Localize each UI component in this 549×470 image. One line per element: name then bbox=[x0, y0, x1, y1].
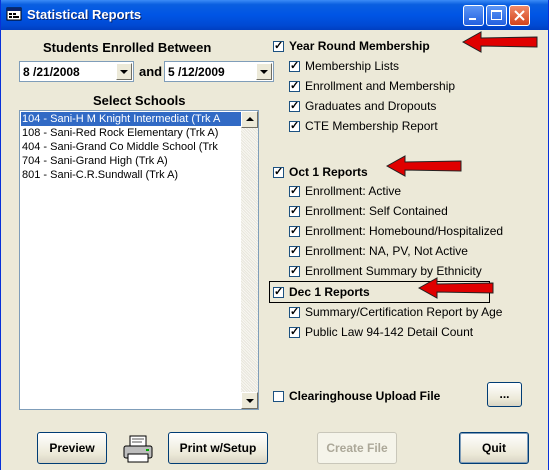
schools-listbox[interactable]: 104 - Sani-H M Knight Intermediat (Trk A… bbox=[19, 110, 259, 410]
app-icon bbox=[6, 7, 22, 21]
enrollment-homebound-label: Enrollment: Homebound/Hospitalized bbox=[305, 224, 504, 238]
cte-membership-checkbox[interactable] bbox=[289, 119, 300, 132]
list-item[interactable]: 104 - Sani-H M Knight Intermediat (Trk A bbox=[21, 112, 241, 126]
enrollment-ethnicity-checkbox[interactable] bbox=[289, 264, 300, 277]
printer-icon[interactable] bbox=[122, 434, 154, 464]
browse-button[interactable]: ... bbox=[487, 382, 522, 407]
scroll-up-icon[interactable] bbox=[241, 111, 258, 128]
list-item[interactable]: 108 - Sani-Red Rock Elementary (Trk A) bbox=[21, 126, 218, 140]
enrollment-na-pv-checkbox[interactable] bbox=[289, 244, 300, 257]
clearinghouse-checkbox[interactable] bbox=[273, 391, 284, 402]
red-arrow-icon bbox=[417, 277, 494, 299]
dec1-reports-label: Dec 1 Reports bbox=[289, 285, 370, 299]
preview-button[interactable]: Preview bbox=[37, 432, 107, 464]
membership-lists-checkbox[interactable] bbox=[289, 59, 300, 72]
enrollment-na-pv-label: Enrollment: NA, PV, Not Active bbox=[305, 244, 468, 258]
graduates-dropouts-label: Graduates and Dropouts bbox=[305, 99, 437, 113]
summary-certification-label: Summary/Certification Report by Age bbox=[305, 305, 503, 319]
clearinghouse-label: Clearinghouse Upload File bbox=[289, 389, 441, 403]
enrollment-homebound-checkbox[interactable] bbox=[289, 224, 300, 237]
enrollment-active-label: Enrollment: Active bbox=[305, 184, 402, 198]
enrollment-self-contained-checkbox[interactable] bbox=[289, 204, 300, 217]
close-button[interactable] bbox=[509, 5, 530, 26]
enrollment-active-checkbox[interactable] bbox=[289, 184, 300, 197]
and-label: and bbox=[139, 64, 163, 79]
maximize-button[interactable] bbox=[486, 5, 507, 26]
oct1-reports-label: Oct 1 Reports bbox=[289, 165, 368, 179]
select-schools-heading: Select Schools bbox=[93, 93, 186, 108]
maximize-icon bbox=[491, 10, 502, 20]
enrollment-ethnicity-label: Enrollment Summary by Ethnicity bbox=[305, 264, 482, 278]
vertical-scrollbar[interactable] bbox=[241, 111, 258, 409]
students-enrolled-heading: Students Enrolled Between bbox=[43, 40, 212, 55]
public-law-checkbox[interactable] bbox=[289, 325, 300, 338]
enrollment-self-contained-label: Enrollment: Self Contained bbox=[305, 204, 448, 218]
statistical-reports-window: Statistical Reports Students Enrolled Be… bbox=[0, 0, 549, 470]
public-law-label: Public Law 94-142 Detail Count bbox=[305, 325, 474, 339]
to-date-select[interactable]: 5 /12/2009 bbox=[164, 61, 274, 82]
quit-button[interactable]: Quit bbox=[459, 432, 529, 464]
summary-certification-checkbox[interactable] bbox=[289, 305, 300, 318]
year-round-membership-label: Year Round Membership bbox=[289, 39, 430, 53]
from-date-value: 8 /21/2008 bbox=[23, 65, 80, 79]
from-date-select[interactable]: 8 /21/2008 bbox=[19, 61, 134, 82]
create-file-button[interactable]: Create File bbox=[317, 432, 397, 464]
minimize-button[interactable] bbox=[463, 5, 484, 26]
chevron-down-icon[interactable] bbox=[116, 63, 132, 80]
year-round-membership-checkbox[interactable] bbox=[273, 39, 284, 52]
window-title: Statistical Reports bbox=[27, 7, 142, 22]
red-arrow-icon bbox=[461, 31, 538, 53]
red-arrow-icon bbox=[385, 155, 462, 177]
dec1-reports-checkbox[interactable] bbox=[273, 285, 284, 298]
enrollment-membership-checkbox[interactable] bbox=[289, 79, 300, 92]
chevron-down-icon[interactable] bbox=[256, 63, 272, 80]
oct1-reports-checkbox[interactable] bbox=[273, 165, 284, 178]
enrollment-membership-label: Enrollment and Membership bbox=[305, 79, 456, 93]
list-item[interactable]: 801 - Sani-C.R.Sundwall (Trk A) bbox=[21, 168, 178, 182]
close-icon bbox=[514, 10, 525, 21]
minimize-icon bbox=[469, 18, 476, 20]
cte-membership-label: CTE Membership Report bbox=[305, 119, 438, 133]
print-setup-button[interactable]: Print w/Setup bbox=[168, 432, 268, 464]
list-item[interactable]: 404 - Sani-Grand Co Middle School (Trk bbox=[21, 140, 218, 154]
membership-lists-label: Membership Lists bbox=[305, 59, 400, 73]
to-date-value: 5 /12/2009 bbox=[168, 65, 225, 79]
list-item[interactable]: 704 - Sani-Grand High (Trk A) bbox=[21, 154, 168, 168]
title-bar[interactable]: Statistical Reports bbox=[1, 0, 548, 30]
scroll-track[interactable] bbox=[241, 128, 258, 392]
graduates-dropouts-checkbox[interactable] bbox=[289, 99, 300, 112]
scroll-down-icon[interactable] bbox=[241, 392, 258, 409]
